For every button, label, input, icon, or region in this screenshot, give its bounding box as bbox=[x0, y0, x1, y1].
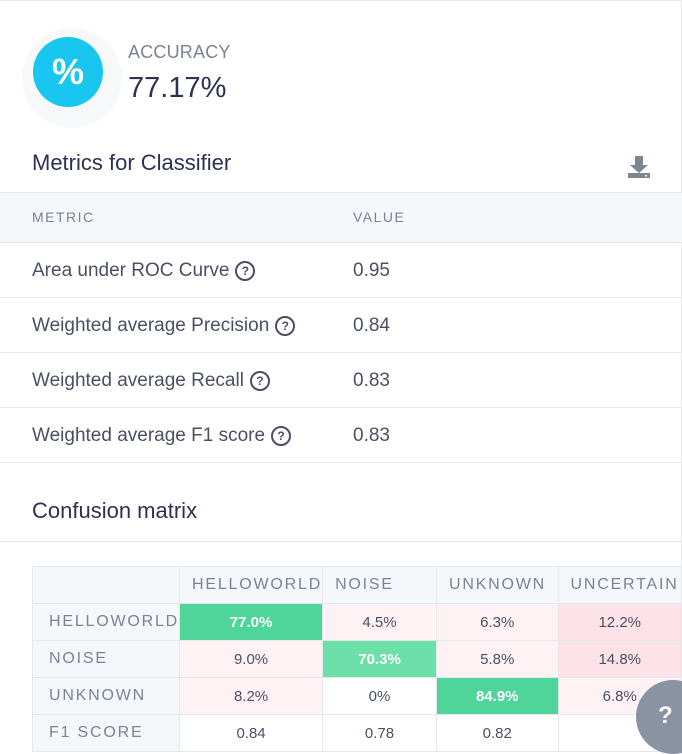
row-header-f1-score: F1 SCORE bbox=[31, 714, 181, 752]
confusion-matrix: HELLOWORLD NOISE UNKNOWN UNCERTAIN HELLO… bbox=[31, 566, 682, 752]
percent-icon: % bbox=[33, 37, 103, 107]
matrix-cell: 14.8% bbox=[557, 640, 682, 678]
metrics-title: Metrics for Classifier bbox=[32, 150, 232, 175]
question-icon[interactable]: ? bbox=[249, 371, 270, 391]
matrix-cell: 77.0% bbox=[179, 603, 324, 641]
metric-value: 0.83 bbox=[353, 425, 390, 446]
table-row: HELLOWORLD 77.0% 4.5% 6.3% 12.2% bbox=[31, 603, 682, 641]
metric-name: Weighted average Recall bbox=[32, 370, 244, 391]
confusion-title: Confusion matrix bbox=[32, 498, 198, 523]
f1-cell: 0.82 bbox=[435, 714, 559, 752]
matrix-cell: 84.9% bbox=[435, 677, 559, 715]
metric-value: 0.84 bbox=[353, 315, 390, 336]
accuracy-value: 77.17% bbox=[128, 72, 227, 104]
question-icon[interactable]: ? bbox=[235, 261, 256, 281]
section-divider bbox=[0, 541, 682, 542]
accuracy-label: ACCURACY bbox=[128, 42, 231, 62]
table-row: Weighted average Recall? 0.83 bbox=[0, 353, 682, 408]
table-row: Area under ROC Curve? 0.95 bbox=[0, 243, 682, 298]
matrix-cell: 8.2% bbox=[179, 677, 324, 715]
matrix-cell: 12.2% bbox=[557, 603, 682, 641]
metrics-table-header: METRIC VALUE bbox=[0, 192, 682, 243]
top-border bbox=[0, 0, 682, 1]
corner-cell bbox=[31, 566, 181, 604]
matrix-cell: 0% bbox=[322, 677, 437, 715]
column-header-metric: METRIC bbox=[32, 209, 95, 225]
column-header-uncertain: UNCERTAIN bbox=[557, 566, 682, 604]
metric-value: 0.83 bbox=[353, 370, 390, 391]
metric-name: Weighted average F1 score bbox=[32, 425, 266, 446]
row-header-helloworld: HELLOWORLD bbox=[31, 603, 181, 641]
matrix-cell: 4.5% bbox=[322, 603, 437, 641]
f1-cell: 0.78 bbox=[322, 714, 437, 752]
confusion-header-row: HELLOWORLD NOISE UNKNOWN UNCERTAIN bbox=[31, 566, 682, 604]
metrics-table: METRIC VALUE Area under ROC Curve? 0.95 … bbox=[0, 192, 682, 463]
matrix-cell: 6.3% bbox=[435, 603, 559, 641]
column-header-noise: NOISE bbox=[322, 566, 437, 604]
row-header-noise: NOISE bbox=[31, 640, 181, 678]
column-header-unknown: UNKNOWN bbox=[435, 566, 559, 604]
help-icon: ? bbox=[658, 702, 673, 729]
question-icon[interactable]: ? bbox=[271, 426, 292, 446]
metric-name: Weighted average Precision bbox=[32, 315, 270, 336]
column-header-value: VALUE bbox=[353, 209, 406, 225]
metric-value: 0.95 bbox=[353, 260, 390, 281]
table-row: NOISE 9.0% 70.3% 5.8% 14.8% bbox=[31, 640, 682, 678]
matrix-cell: 70.3% bbox=[322, 640, 437, 678]
row-header-unknown: UNKNOWN bbox=[31, 677, 181, 715]
table-row: Weighted average F1 score? 0.83 bbox=[0, 408, 682, 463]
download-icon[interactable] bbox=[626, 154, 652, 180]
column-header-helloworld: HELLOWORLD bbox=[179, 566, 324, 604]
table-row: Weighted average Precision? 0.84 bbox=[0, 298, 682, 353]
table-row: UNKNOWN 8.2% 0% 84.9% 6.8% bbox=[31, 677, 682, 715]
metric-name: Area under ROC Curve bbox=[32, 260, 230, 281]
f1-score-row: F1 SCORE 0.84 0.78 0.82 bbox=[31, 714, 682, 752]
matrix-cell: 9.0% bbox=[179, 640, 324, 678]
matrix-cell: 5.8% bbox=[435, 640, 559, 678]
f1-cell: 0.84 bbox=[179, 714, 324, 752]
question-icon[interactable]: ? bbox=[275, 316, 296, 336]
